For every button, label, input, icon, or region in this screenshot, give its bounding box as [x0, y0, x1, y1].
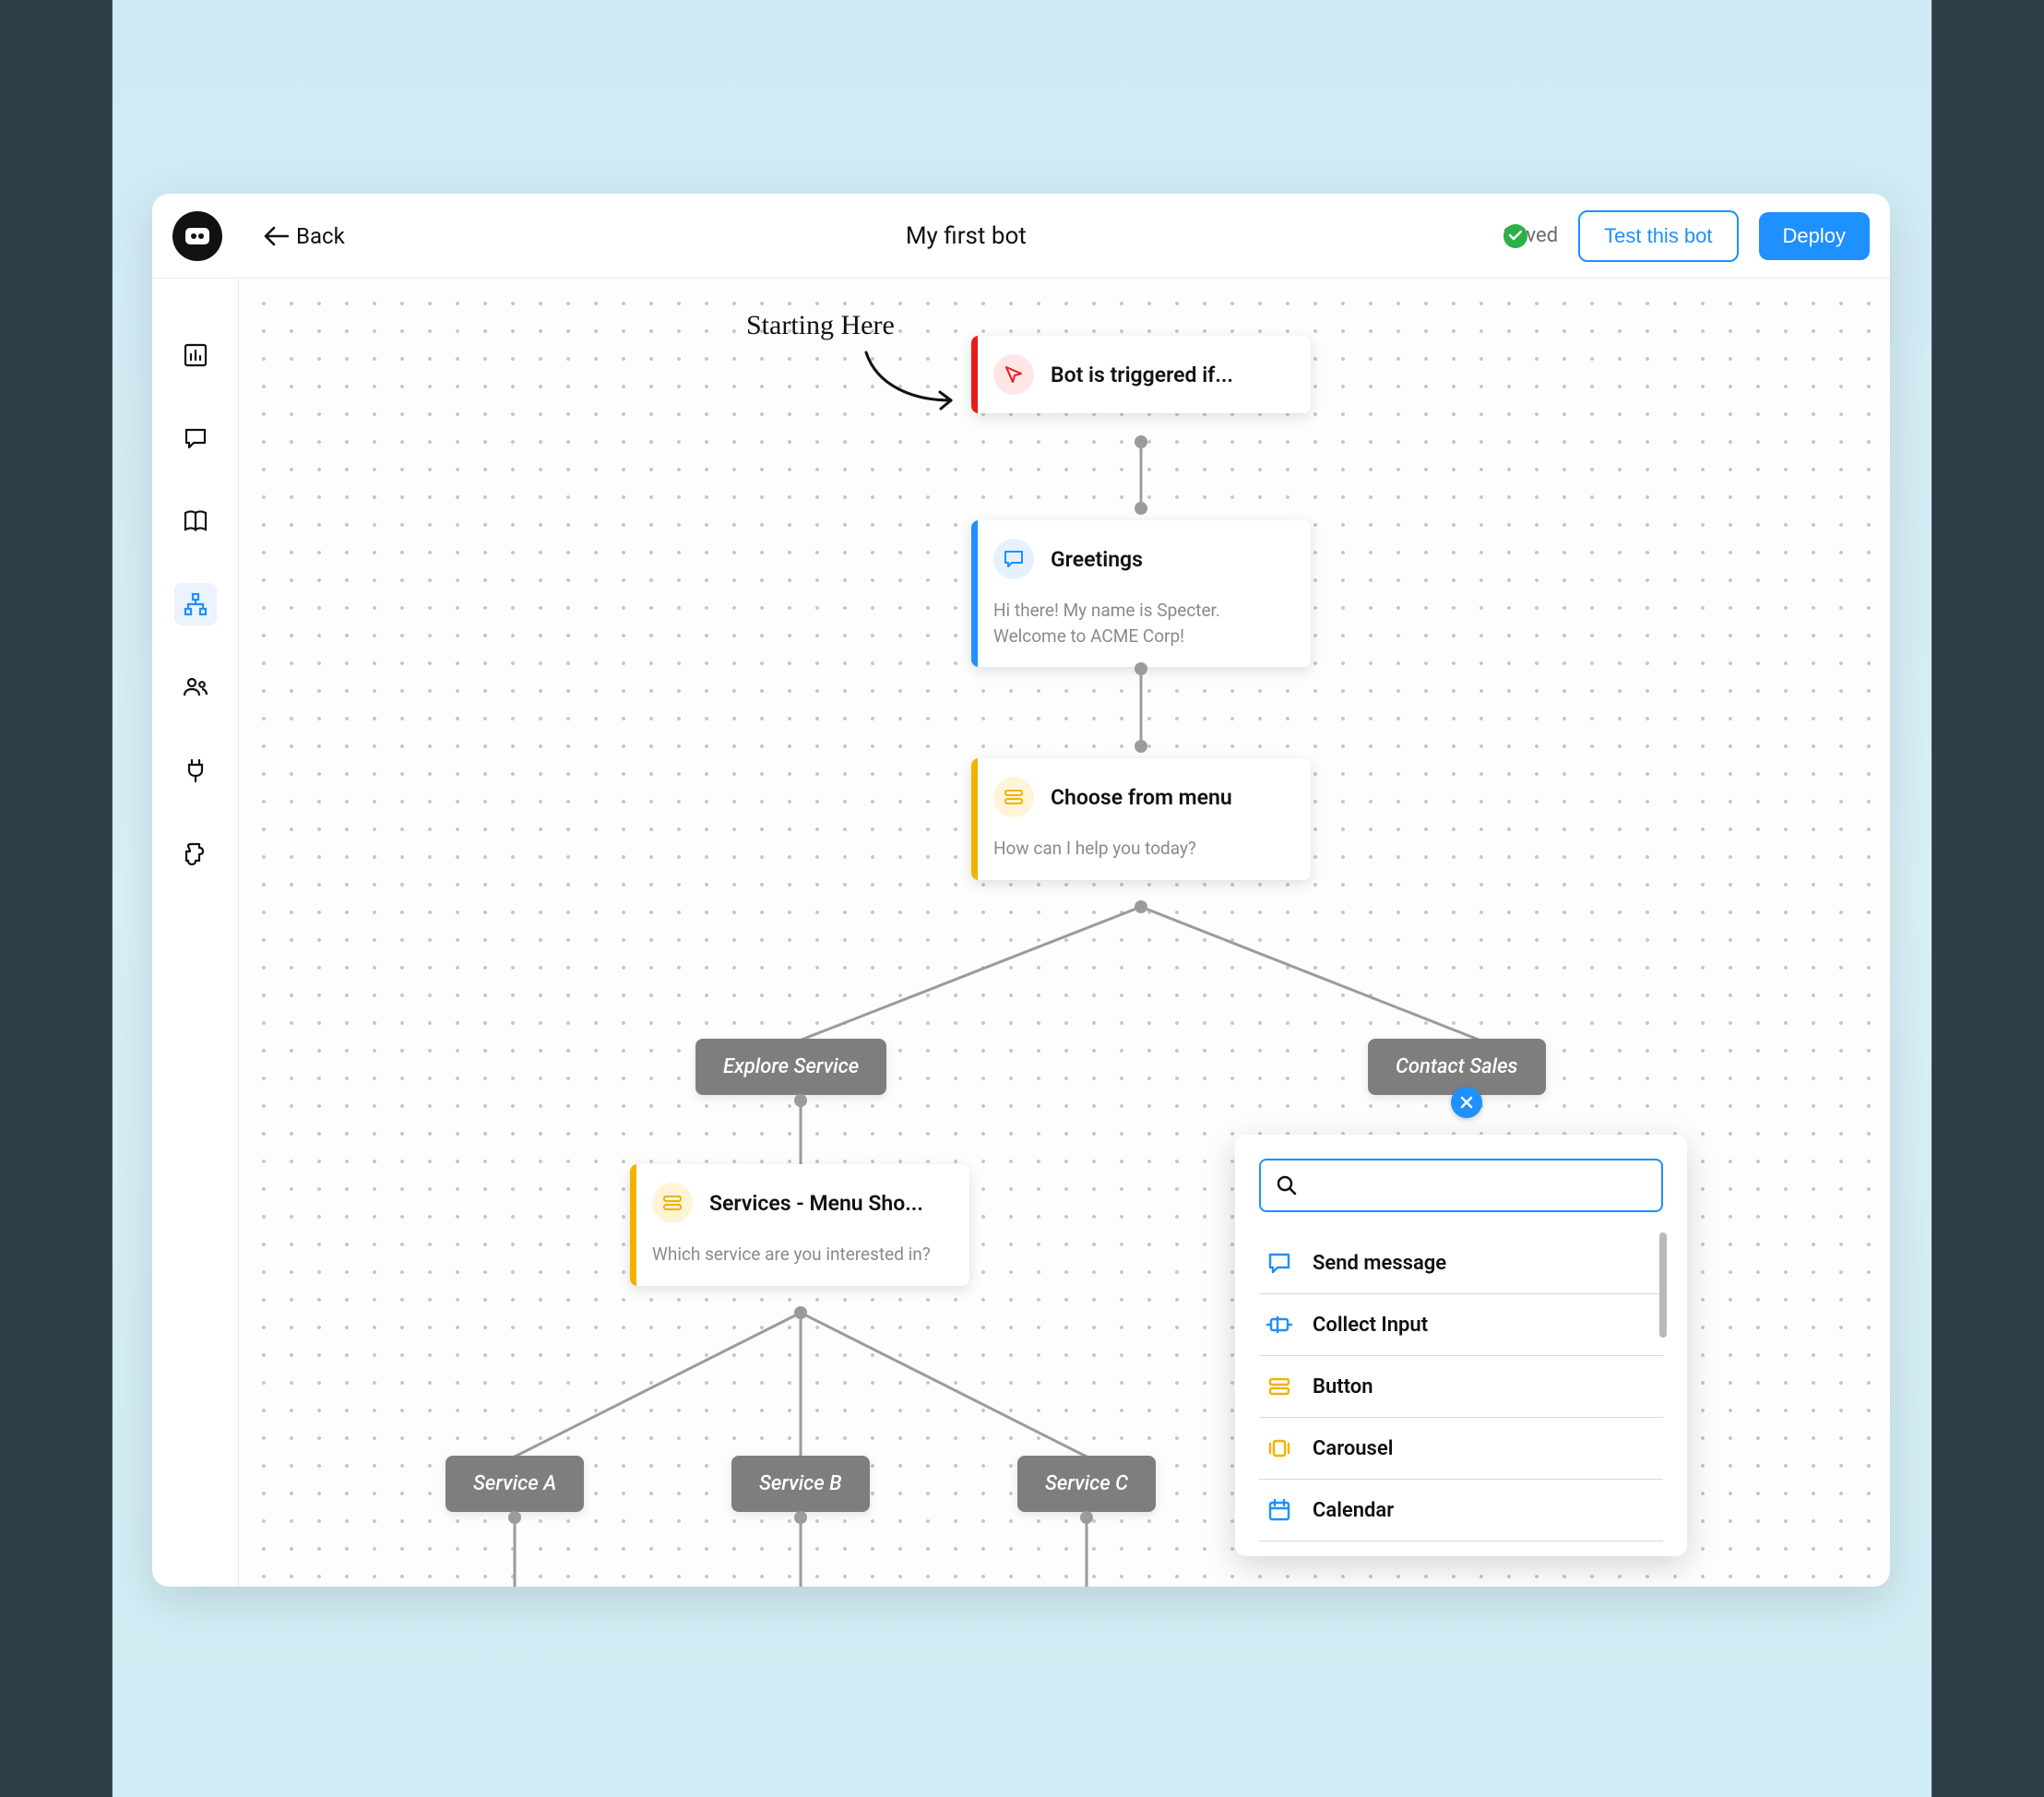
connector-line [798, 1100, 803, 1164]
app-window: Back My first bot Saved Test this bot De… [152, 194, 1890, 1587]
branch-service-b[interactable]: Service B [731, 1456, 870, 1512]
popup-scrollbar[interactable] [1659, 1232, 1667, 1338]
back-label: Back [296, 223, 345, 249]
node-accent [630, 1164, 636, 1286]
connector-dot [794, 1511, 807, 1524]
back-button[interactable]: Back [263, 223, 345, 249]
branch-service-a[interactable]: Service A [446, 1456, 584, 1512]
node-body: Which service are you interested in? [630, 1242, 969, 1286]
sidebar [152, 279, 239, 1587]
popup-option-label: Calendar [1313, 1499, 1394, 1522]
node-title: Choose from menu [1051, 785, 1232, 810]
connector-dot [1135, 662, 1147, 675]
popup-option-label: Collect Input [1313, 1314, 1428, 1337]
popup-search-input[interactable] [1309, 1173, 1646, 1197]
node-greetings[interactable]: Greetings Hi there! My name is Specter. … [971, 520, 1311, 667]
node-accent [971, 520, 978, 667]
team-icon [182, 675, 209, 699]
chat-icon [183, 425, 208, 451]
popup-option-label: Button [1313, 1375, 1373, 1398]
message-icon [1263, 1246, 1296, 1279]
popup-option-collect-input[interactable]: Collect Input [1259, 1294, 1663, 1356]
node-title: Greetings [1051, 547, 1143, 572]
calendar-icon [1263, 1494, 1296, 1527]
button-icon [1263, 1370, 1296, 1403]
connector-branch [446, 1313, 1153, 1460]
cursor-icon [993, 354, 1034, 395]
sidebar-item-analytics[interactable] [174, 334, 217, 376]
connector-line [512, 1517, 517, 1587]
message-icon [993, 539, 1034, 579]
sidebar-item-extensions[interactable] [174, 832, 217, 875]
sidebar-item-docs[interactable] [174, 500, 217, 542]
app-logo [172, 211, 222, 261]
node-body: How can I help you today? [971, 836, 1311, 880]
plug-icon [184, 757, 208, 783]
saved-status: Saved [1503, 224, 1558, 247]
connector-dot [1135, 900, 1147, 913]
connector-dot [794, 1094, 807, 1107]
test-bot-button[interactable]: Test this bot [1578, 210, 1738, 262]
node-accent [971, 758, 978, 880]
node-trigger[interactable]: Bot is triggered if... [971, 336, 1311, 413]
app-header: Back My first bot Saved Test this bot De… [152, 194, 1890, 279]
annotation-arrow [859, 345, 969, 419]
extension-icon [183, 840, 208, 866]
connector-line [1138, 441, 1144, 502]
bot-face-icon [184, 226, 211, 246]
popup-search[interactable] [1259, 1159, 1663, 1212]
popup-list: Send message Collect Input Button Carous… [1259, 1232, 1663, 1541]
connector-dot [1080, 1511, 1093, 1524]
sidebar-item-integrations[interactable] [174, 749, 217, 791]
popup-option-button[interactable]: Button [1259, 1356, 1663, 1418]
branch-explore-service[interactable]: Explore Service [695, 1039, 886, 1095]
connector-dot [794, 1306, 807, 1319]
popup-option-send-message[interactable]: Send message [1259, 1232, 1663, 1294]
starting-here-annotation: Starting Here [746, 310, 895, 341]
arrow-left-icon [263, 226, 289, 246]
button-icon [993, 777, 1034, 817]
sidebar-item-chat[interactable] [174, 417, 217, 459]
connector-dot [1135, 740, 1147, 753]
add-node-popup: Send message Collect Input Button Carous… [1235, 1135, 1687, 1556]
connector-branch [695, 907, 1587, 1045]
branch-contact-sales[interactable]: Contact Sales [1368, 1039, 1546, 1095]
popup-option-calendar[interactable]: Calendar [1259, 1480, 1663, 1541]
close-node-button[interactable] [1451, 1087, 1482, 1118]
collect-input-icon [1263, 1308, 1296, 1341]
node-title: Services - Menu Sho... [709, 1191, 923, 1216]
connector-line [1138, 668, 1144, 740]
deploy-button[interactable]: Deploy [1759, 212, 1870, 260]
sidebar-item-flows[interactable] [174, 583, 217, 625]
node-menu[interactable]: Choose from menu How can I help you toda… [971, 758, 1311, 880]
bar-chart-icon [183, 342, 208, 368]
page-title: My first bot [429, 222, 1503, 250]
carousel-icon [1263, 1432, 1296, 1465]
connector-line [1084, 1517, 1089, 1587]
sidebar-item-team[interactable] [174, 666, 217, 708]
book-icon [182, 509, 209, 533]
search-icon [1276, 1174, 1298, 1196]
connector-dot [1135, 502, 1147, 515]
connector-line [798, 1517, 803, 1587]
connector-dot [508, 1511, 521, 1524]
node-body: Hi there! My name is Specter. Welcome to… [971, 598, 1311, 667]
connector-dot [1135, 435, 1147, 448]
button-icon [652, 1183, 693, 1223]
node-title: Bot is triggered if... [1051, 363, 1233, 387]
popup-option-carousel[interactable]: Carousel [1259, 1418, 1663, 1480]
node-services-menu[interactable]: Services - Menu Sho... Which service are… [630, 1164, 969, 1286]
close-icon [1460, 1096, 1473, 1109]
branch-service-c[interactable]: Service C [1017, 1456, 1156, 1512]
popup-option-label: Send message [1313, 1252, 1446, 1275]
flow-icon [183, 591, 208, 617]
popup-option-label: Carousel [1313, 1437, 1393, 1460]
node-accent [971, 336, 978, 413]
flow-canvas[interactable]: Starting Here Bot is triggered if... [239, 279, 1890, 1587]
check-icon [1503, 224, 1527, 248]
